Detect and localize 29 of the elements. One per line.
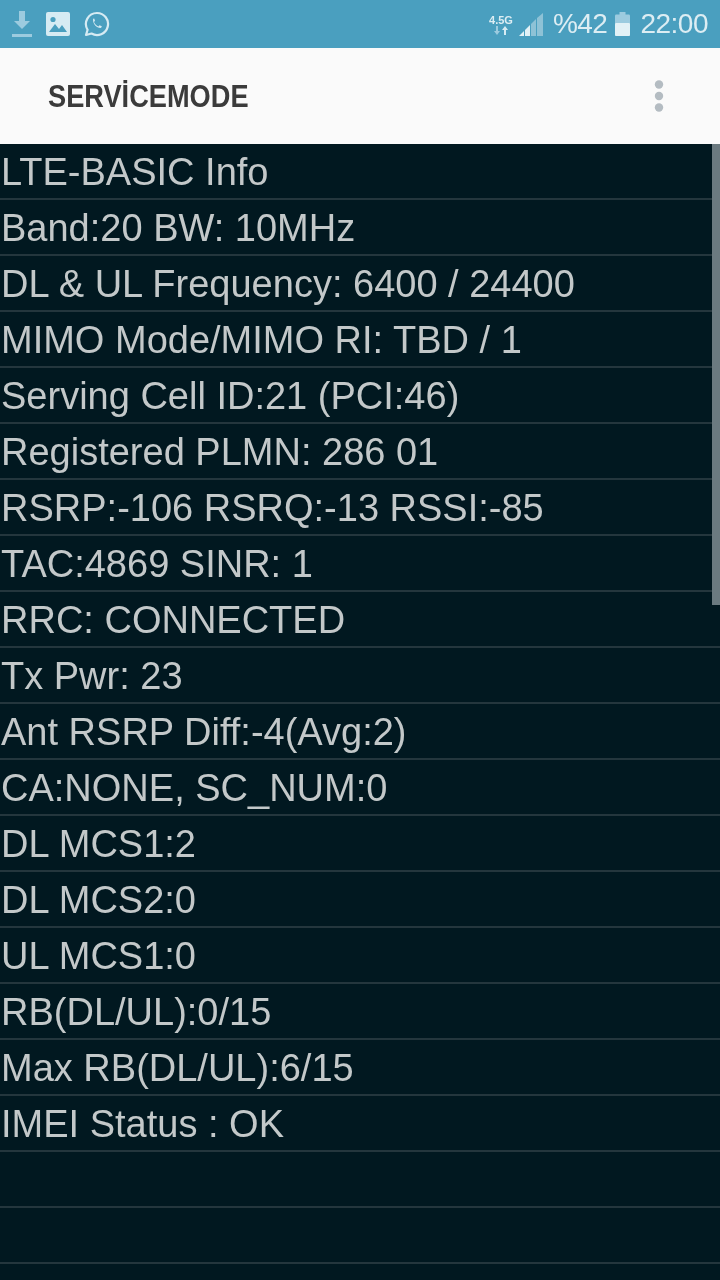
info-line: RSRP:-106 RSRQ:-13 RSSI:-85 (0, 486, 544, 531)
more-options-icon[interactable] (654, 80, 664, 112)
phone-bubble-icon (84, 11, 110, 37)
app-title: SERVİCEMODE (48, 77, 249, 115)
info-line: Serving Cell ID:21 (PCI:46) (0, 374, 460, 419)
info-line: TAC:4869 SINR: 1 (0, 542, 313, 587)
info-line: DL & UL Frequency: 6400 / 24400 (0, 262, 575, 307)
info-line: Band:20 BW: 10MHz (0, 206, 356, 251)
network-type-label: 4.5G (489, 13, 513, 26)
info-line: DL MCS2:0 (0, 878, 196, 923)
info-line: Max RB(DL/UL):6/15 (0, 1046, 354, 1091)
image-icon (46, 12, 70, 36)
info-line: CA:NONE, SC_NUM:0 (0, 766, 388, 811)
info-line: LTE-BASIC Info (0, 150, 269, 195)
info-line: RRC: CONNECTED (0, 598, 346, 643)
battery-percent: %42 (552, 8, 608, 40)
battery-icon (615, 12, 631, 36)
info-line: IMEI Status : OK (0, 1102, 284, 1147)
info-line: Registered PLMN: 286 01 (0, 430, 439, 475)
download-icon (12, 11, 32, 37)
clock: 22:00 (640, 8, 708, 40)
info-line: MIMO Mode/MIMO RI: TBD / 1 (0, 318, 522, 363)
info-line: RB(DL/UL):0/15 (0, 990, 272, 1035)
signal-icon (518, 12, 543, 36)
info-line: UL MCS1:0 (0, 934, 196, 979)
info-line: DL MCS1:2 (0, 822, 196, 867)
info-line: Tx Pwr: 23 (0, 654, 183, 699)
data-activity-icon (493, 25, 508, 35)
info-line: Ant RSRP Diff:-4(Avg:2) (0, 710, 407, 755)
